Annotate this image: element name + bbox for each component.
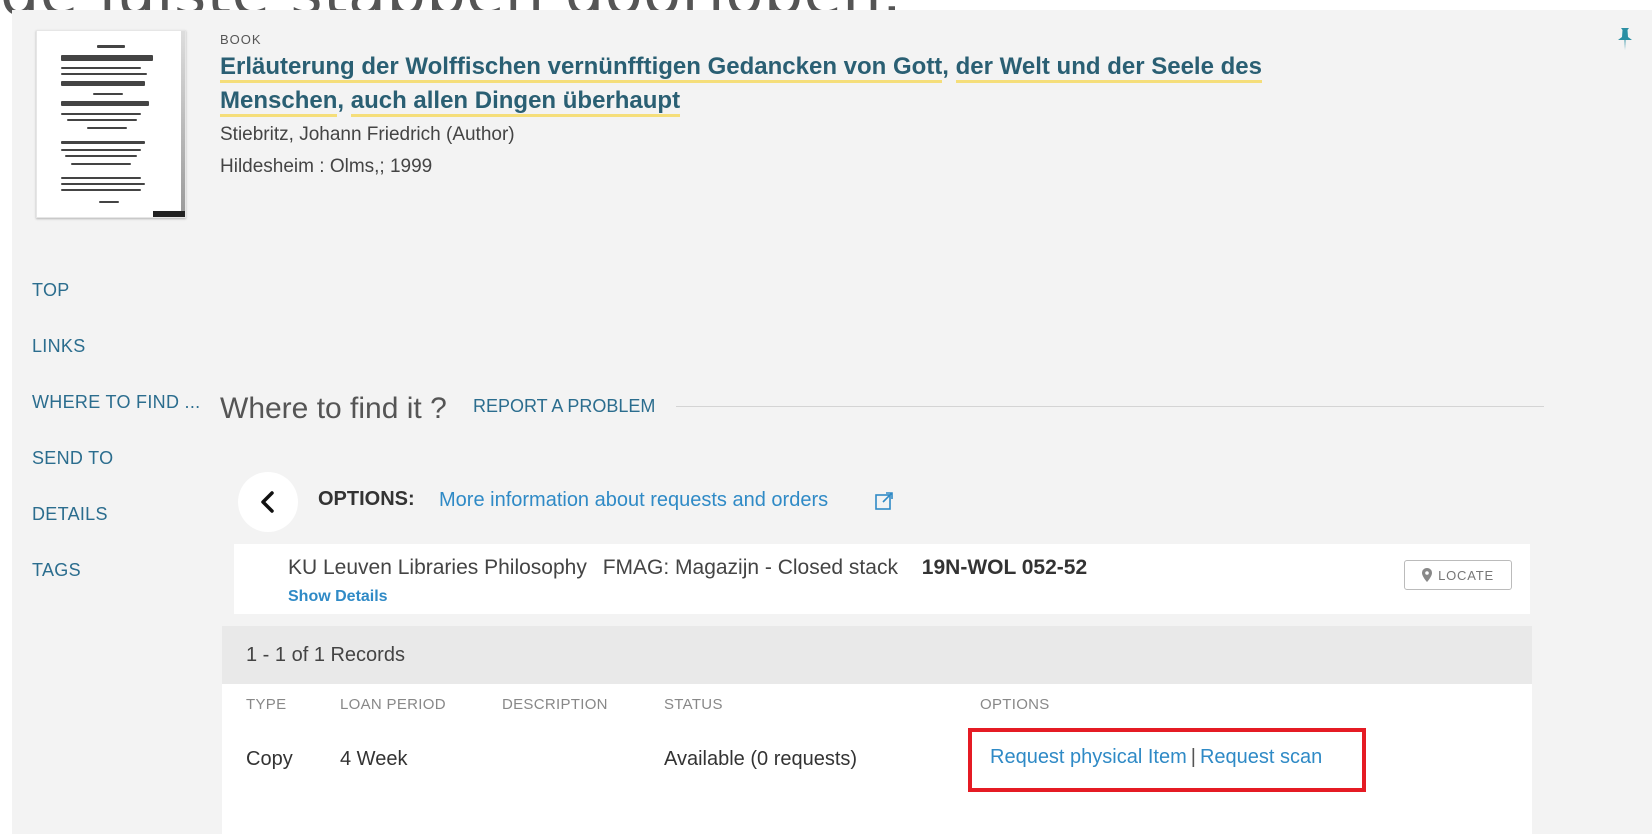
- col-header-type: TYPE: [246, 696, 287, 713]
- record-publisher: Hildesheim : Olms,; 1999: [220, 156, 433, 177]
- location-card: KU Leuven Libraries Philosophy FMAG: Mag…: [234, 544, 1530, 614]
- locate-label: LOCATE: [1438, 567, 1494, 583]
- location-line: KU Leuven Libraries Philosophy FMAG: Mag…: [288, 556, 1087, 580]
- library-name: KU Leuven Libraries Philosophy: [288, 556, 587, 579]
- map-marker-icon: [1422, 568, 1433, 582]
- record-title[interactable]: Erläuterung der Wolffischen vernünfftige…: [220, 50, 1370, 118]
- request-scan-link[interactable]: Request scan: [1200, 746, 1322, 768]
- locate-button[interactable]: LOCATE: [1404, 560, 1512, 590]
- chevron-left-icon: [261, 491, 274, 513]
- show-details-link[interactable]: Show Details: [288, 588, 388, 606]
- shelf-location: FMAG: Magazijn - Closed stack: [602, 556, 898, 579]
- record-panel: BOOK Erläuterung der Wolffischen vernünf…: [12, 10, 1652, 834]
- col-header-loan-period: LOAN PERIOD: [340, 696, 446, 713]
- section-divider: [676, 406, 1544, 407]
- book-cover-thumbnail[interactable]: [36, 30, 186, 218]
- resource-type: BOOK: [220, 32, 262, 47]
- back-button[interactable]: [238, 472, 298, 532]
- where-to-find-heading: Where to find it ?: [220, 392, 447, 425]
- request-options: Request physical Item | Request scan: [990, 746, 1322, 769]
- cell-status: Available (0 requests): [664, 748, 858, 770]
- items-table: TYPE LOAN PERIOD DESCRIPTION STATUS OPTI…: [222, 684, 1532, 834]
- nav-links[interactable]: LINKS: [32, 336, 86, 357]
- report-problem-link[interactable]: REPORT A PROBLEM: [473, 396, 655, 417]
- col-header-description: DESCRIPTION: [502, 696, 608, 713]
- col-header-options: OPTIONS: [980, 696, 1050, 713]
- record-author[interactable]: Stiebritz, Johann Friedrich (Author): [220, 124, 515, 146]
- records-header: 1 - 1 of 1 Records: [222, 626, 1532, 684]
- nav-top[interactable]: TOP: [32, 280, 70, 301]
- cell-loan-period: 4 Week: [340, 748, 408, 770]
- request-physical-item-link[interactable]: Request physical Item: [990, 746, 1187, 768]
- nav-details[interactable]: DETAILS: [32, 504, 108, 525]
- request-separator: |: [1190, 746, 1196, 768]
- title-link-part3[interactable]: auch allen Dingen überhaupt: [350, 87, 681, 117]
- cell-type: Copy: [246, 748, 293, 770]
- nav-tags[interactable]: TAGS: [32, 560, 81, 581]
- more-info-link[interactable]: More information about requests and orde…: [439, 489, 828, 512]
- call-number: 19N-WOL 052-52: [921, 556, 1088, 579]
- options-label: OPTIONS:: [318, 488, 415, 510]
- records-count: 1 - 1 of 1 Records: [246, 644, 405, 666]
- pin-icon[interactable]: [1616, 26, 1634, 52]
- nav-send-to[interactable]: SEND TO: [32, 448, 113, 469]
- nav-where-to-find[interactable]: WHERE TO FIND ...: [32, 392, 200, 413]
- external-link-icon[interactable]: [874, 491, 894, 511]
- col-header-status: STATUS: [664, 696, 723, 713]
- title-sep-1: ,: [942, 53, 956, 80]
- title-sep-2: ,: [337, 87, 351, 114]
- title-link-part1[interactable]: Erläuterung der Wolffischen vernünfftige…: [220, 53, 943, 83]
